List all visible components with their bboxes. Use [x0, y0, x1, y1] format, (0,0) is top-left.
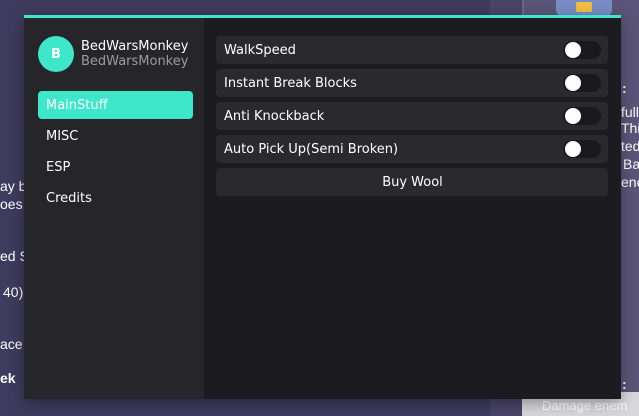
background-text: Ba	[623, 156, 639, 172]
background-text: :	[622, 80, 627, 96]
display-name: BedWarsMonkey	[81, 39, 189, 54]
background-text: This	[621, 120, 639, 136]
anti-knockback-toggle[interactable]	[563, 107, 601, 125]
background-text: :	[622, 376, 627, 392]
auto-pick-up-toggle[interactable]	[563, 140, 601, 158]
profile-names: BedWarsMonkey BedWarsMonkey	[81, 39, 188, 69]
background-text: full	[621, 104, 639, 120]
walkspeed-toggle[interactable]	[563, 41, 601, 59]
buy-wool-button[interactable]: Buy Wool	[216, 168, 608, 196]
anti-knockback-row[interactable]: Anti Knockback	[216, 102, 608, 130]
toggle-knob	[565, 141, 581, 157]
instant-break-blocks-row[interactable]: Instant Break Blocks	[216, 69, 608, 97]
main-content: WalkSpeed Instant Break Blocks Anti Knoc…	[204, 18, 621, 399]
sidebar: B BedWarsMonkey BedWarsMonkey MainStuff …	[24, 18, 204, 399]
username: BedWarsMonkey	[81, 54, 189, 69]
script-hub-window: B BedWarsMonkey BedWarsMonkey MainStuff …	[24, 15, 621, 399]
buy-wool-label: Buy Wool	[382, 174, 443, 190]
anti-knockback-label: Anti Knockback	[224, 108, 325, 124]
tab-credits[interactable]: Credits	[38, 184, 193, 212]
auto-pick-up-row[interactable]: Auto Pick Up(Semi Broken)	[216, 135, 608, 163]
tab-mainstuff[interactable]: MainStuff	[38, 91, 193, 119]
background-text: ek	[0, 370, 16, 386]
instant-break-blocks-toggle[interactable]	[563, 74, 601, 92]
toggle-knob	[565, 108, 581, 124]
toggle-knob	[565, 42, 581, 58]
instant-break-blocks-label: Instant Break Blocks	[224, 75, 357, 91]
background-text: ay b	[0, 178, 27, 194]
background-text: oes	[0, 196, 23, 212]
tab-esp[interactable]: ESP	[38, 153, 193, 181]
walkspeed-row[interactable]: WalkSpeed	[216, 36, 608, 64]
background-text: enc	[621, 174, 639, 190]
tab-misc[interactable]: MISC	[38, 122, 193, 150]
background-text: 40)	[3, 284, 24, 300]
background-text: ted	[621, 138, 639, 154]
auto-pick-up-label: Auto Pick Up(Semi Broken)	[224, 141, 399, 157]
toggle-knob	[565, 75, 581, 91]
background-item-icon	[556, 0, 612, 16]
background-text: Damage enem	[542, 398, 628, 413]
user-profile: B BedWarsMonkey BedWarsMonkey	[24, 36, 204, 72]
walkspeed-label: WalkSpeed	[224, 42, 296, 58]
avatar: B	[38, 36, 74, 72]
background-text: ace	[0, 336, 23, 352]
